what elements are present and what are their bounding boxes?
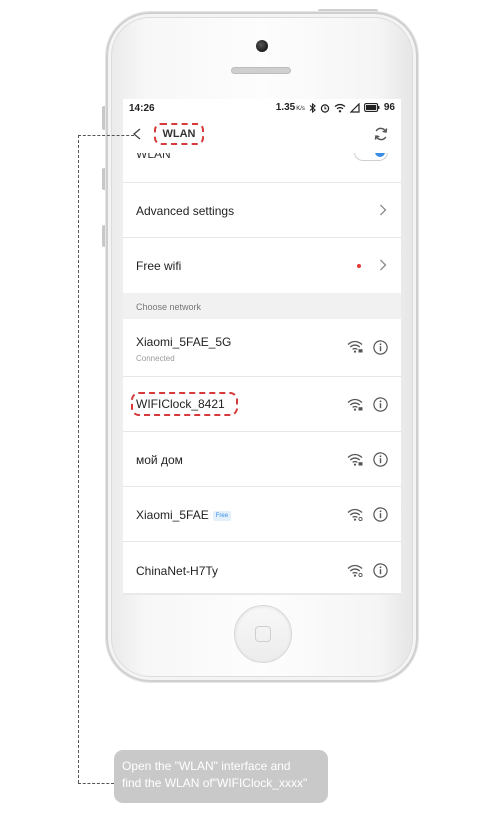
network-row[interactable]: мой дом — [123, 431, 401, 487]
earpiece-speaker — [231, 67, 291, 74]
page-title: WLAN — [154, 123, 204, 145]
cellular-signal-icon — [349, 102, 360, 113]
network-name-wrap: Xiaomi_5FAE Free — [136, 508, 232, 522]
network-row[interactable]: Xiaomi_5FAE_5G Connected — [123, 319, 401, 377]
screen-edge — [123, 593, 401, 595]
network-row-highlighted[interactable]: WIFIClock_8421 — [123, 376, 401, 432]
battery-icon — [363, 103, 380, 112]
network-row[interactable]: Xiaomi_5FAE Free — [123, 486, 401, 542]
choose-network-header: Choose network — [123, 293, 401, 319]
leader-line-bottom — [78, 783, 114, 784]
wifi-status-icon — [334, 103, 346, 112]
wlan-toggle-switch[interactable] — [354, 153, 388, 161]
free-wifi-label: Free wifi — [136, 259, 182, 273]
callout-line-2: find the WLAN of"WIFIClock_xxxx" — [122, 776, 308, 790]
notification-dot — [357, 264, 361, 268]
chevron-right-icon — [380, 259, 387, 271]
info-icon[interactable] — [373, 563, 388, 578]
network-name: мой дом — [136, 453, 183, 467]
network-name: ChinaNet-H7Ty — [136, 564, 219, 578]
callout-line-1: Open the "WLAN" interface and — [122, 759, 291, 773]
toggle-knob — [375, 153, 385, 157]
advanced-settings-label: Advanced settings — [136, 204, 235, 218]
info-icon[interactable] — [373, 397, 388, 412]
wlan-toggle-label: WLAN — [136, 153, 171, 161]
wifi-locked-icon — [347, 453, 363, 466]
refresh-icon[interactable] — [373, 126, 389, 142]
network-name: WIFIClock_8421 — [136, 397, 225, 411]
section-title: Choose network — [136, 302, 202, 312]
chevron-right-icon — [380, 204, 387, 216]
status-right: 1.35K/s 96 — [276, 102, 395, 113]
wifi-locked-icon — [347, 398, 363, 411]
network-name: Xiaomi_5FAE — [136, 508, 209, 522]
wifi-locked-icon — [347, 340, 363, 353]
network-row[interactable]: ChinaNet-H7Ty — [123, 541, 401, 595]
instruction-callout: Open the "WLAN" interface and find the W… — [114, 750, 328, 803]
back-arrow-icon[interactable] — [132, 128, 142, 140]
wifi-open-icon — [347, 508, 363, 521]
leader-line-top — [78, 135, 134, 136]
home-button-square — [255, 626, 271, 642]
wlan-toggle-row[interactable]: WLAN — [123, 153, 401, 183]
home-button[interactable] — [234, 605, 292, 663]
wifi-open-icon — [347, 564, 363, 577]
leader-line-vertical — [78, 135, 79, 783]
free-wifi-row[interactable]: Free wifi — [123, 237, 401, 293]
navigation-bar: WLAN — [123, 117, 401, 153]
network-name: Xiaomi_5FAE_5G — [136, 335, 232, 349]
network-status: Connected — [136, 354, 175, 363]
battery-level: 96 — [383, 102, 395, 113]
free-badge: Free — [212, 510, 232, 521]
alarm-icon — [320, 103, 330, 113]
info-icon[interactable] — [373, 452, 388, 467]
phone-screen: 14:26 1.35K/s 96 WLAN WLAN Advanced sett… — [123, 99, 401, 595]
front-camera — [256, 40, 268, 52]
status-time: 14:26 — [129, 103, 155, 114]
network-speed: 1.35K/s — [275, 102, 305, 113]
bluetooth-icon — [309, 102, 316, 113]
info-icon[interactable] — [373, 340, 388, 355]
status-bar: 14:26 1.35K/s 96 — [123, 99, 401, 117]
network-speed-unit: K/s — [296, 106, 305, 112]
advanced-settings-row[interactable]: Advanced settings — [123, 182, 401, 238]
info-icon[interactable] — [373, 507, 388, 522]
